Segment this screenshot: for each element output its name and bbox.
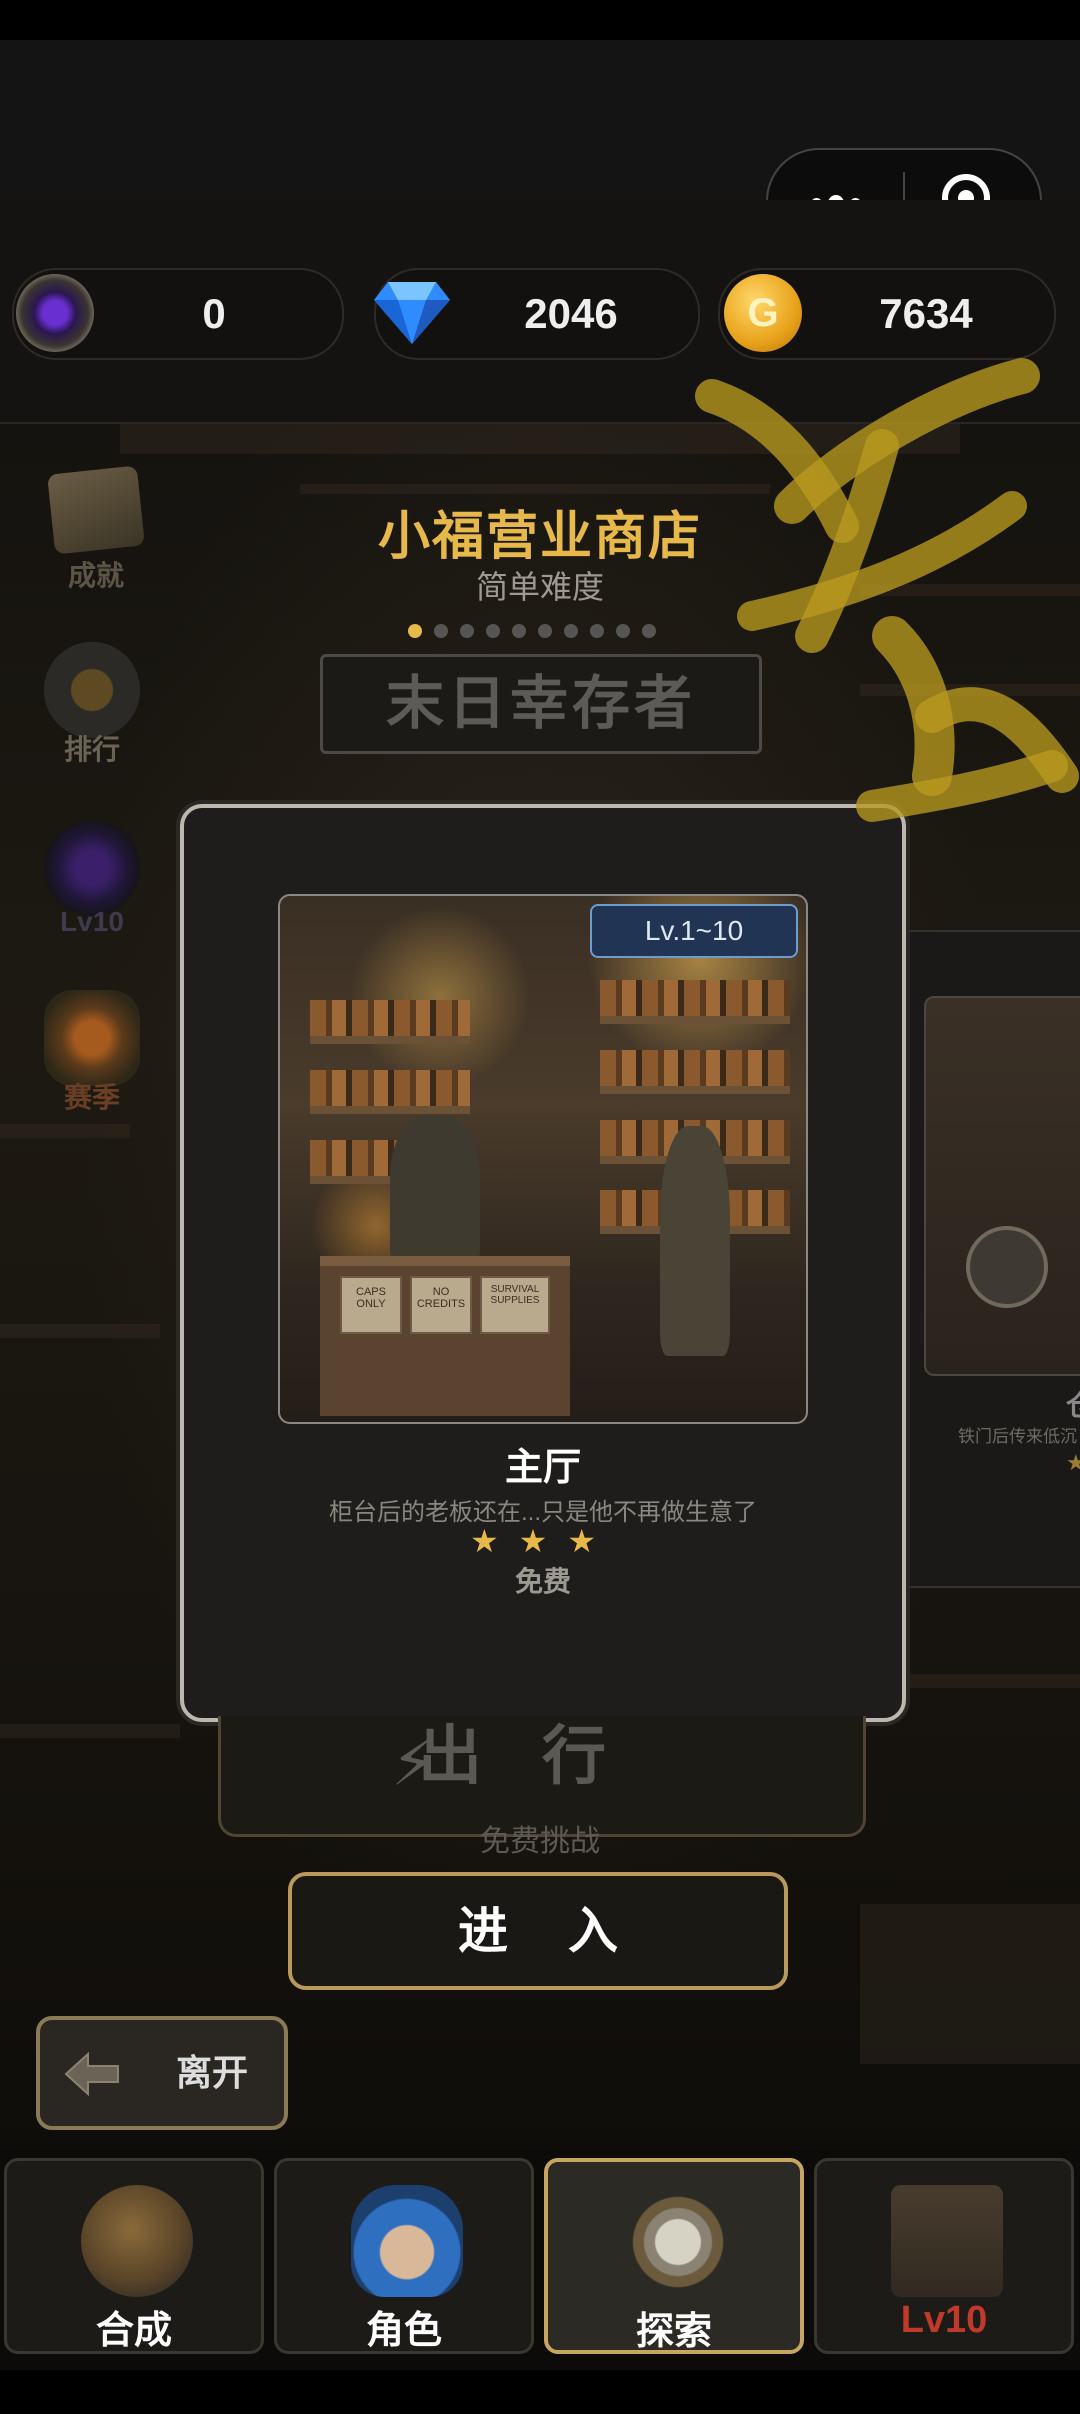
page-dot <box>434 624 448 638</box>
page-dot <box>590 624 604 638</box>
tab-label: 角色 <box>365 2310 442 2352</box>
leave-button[interactable]: 离开 <box>36 2016 288 2130</box>
bottom-nav: 合成 角色 探索 Lv10 <box>0 2150 1080 2370</box>
next-stage-image <box>924 996 1080 1376</box>
page-dot <box>564 624 578 638</box>
mode-badge: 末日幸存者 <box>320 654 762 754</box>
locked-portal-icon <box>44 820 140 916</box>
tab-character[interactable]: 角色 <box>274 2158 534 2354</box>
difficulty-label: 简单难度 <box>475 569 604 605</box>
home-indicator-area <box>0 2370 1080 2414</box>
tab-explore[interactable]: 探索 <box>544 2158 804 2354</box>
page-dot <box>486 624 500 638</box>
diamond-icon <box>374 282 450 344</box>
next-stage-title: 仓 <box>1066 1384 1080 1424</box>
tab-label: 合成 <box>95 2310 172 2352</box>
sign-survival-supplies: SURVIVAL SUPPLIES <box>480 1276 550 1334</box>
status-bar <box>0 0 1080 40</box>
tab-label: Lv10 <box>900 2299 988 2341</box>
back-arrow-icon <box>64 2051 119 2097</box>
tab-locked-lv10[interactable]: Lv10 <box>814 2158 1074 2354</box>
sidenav-label: 排行 <box>63 734 120 765</box>
shop-title: 小福营业商店 <box>377 508 702 566</box>
free-challenge-label: 免费挑战 <box>480 1825 600 1858</box>
gold-coin-icon: G <box>724 274 802 352</box>
tab-craft[interactable]: 合成 <box>4 2158 264 2354</box>
ranking-trophy-icon <box>44 642 140 738</box>
sidenav-locked-lv10[interactable]: Lv10 <box>32 820 152 938</box>
resource-diamond[interactable]: 2046 <box>374 268 700 360</box>
enter-label: 进入 <box>458 1903 678 1959</box>
resource-gold[interactable]: G 7634 <box>718 268 1056 360</box>
stage-card[interactable]: CAPS ONLY NO CREDITS SURVIVAL SUPPLIES L… <box>180 804 906 1722</box>
page-dot <box>512 624 526 638</box>
stage-cost: 免费 <box>514 1566 571 1597</box>
diamond-count: 2046 <box>524 290 618 337</box>
next-stage-star: ★ <box>1066 1450 1080 1475</box>
stage-title: 主厅 <box>504 1447 581 1489</box>
void-orb-count: 0 <box>202 290 226 337</box>
page-indicator <box>408 624 656 644</box>
leave-label: 离开 <box>176 2052 249 2093</box>
stash-shop-locked-icon <box>891 2185 1003 2297</box>
page-dot <box>460 624 474 638</box>
level-range-badge: Lv.1~10 <box>590 904 798 958</box>
sidenav-season[interactable]: 赛季 <box>32 990 152 1116</box>
season-star-icon <box>44 990 140 1086</box>
next-stage-description: 铁门后传来低沉 <box>958 1427 1077 1446</box>
level-range-label: Lv.1~10 <box>644 915 744 946</box>
tab-label: 探索 <box>635 2311 712 2353</box>
sidenav-label: Lv10 <box>60 906 124 937</box>
page-dot <box>538 624 552 638</box>
page-dot <box>616 624 630 638</box>
play-icon <box>966 1226 1048 1308</box>
character-portrait-icon <box>351 2185 463 2297</box>
sidenav-label: 赛季 <box>63 1082 120 1113</box>
explore-compass-icon <box>622 2186 734 2298</box>
sign-no-credits: NO CREDITS <box>410 1276 472 1334</box>
resource-void-orb[interactable]: 0 <box>12 268 344 360</box>
page-dot <box>642 624 656 638</box>
page-dot-active <box>408 624 422 638</box>
mode-label: 末日幸存者 <box>385 671 696 736</box>
sidenav-ranking[interactable]: 排行 <box>32 642 152 768</box>
stage-image: CAPS ONLY NO CREDITS SURVIVAL SUPPLIES L… <box>278 894 808 1424</box>
go-label: 出行 <box>418 1720 666 1792</box>
sign-caps-only: CAPS ONLY <box>340 1276 402 1334</box>
void-orb-icon <box>16 274 94 352</box>
enter-button[interactable]: 进入 <box>288 1872 788 1990</box>
stage-stars: ★★★ <box>469 1523 617 1559</box>
craft-tools-icon <box>81 2185 193 2297</box>
gold-count: 7634 <box>879 290 973 337</box>
